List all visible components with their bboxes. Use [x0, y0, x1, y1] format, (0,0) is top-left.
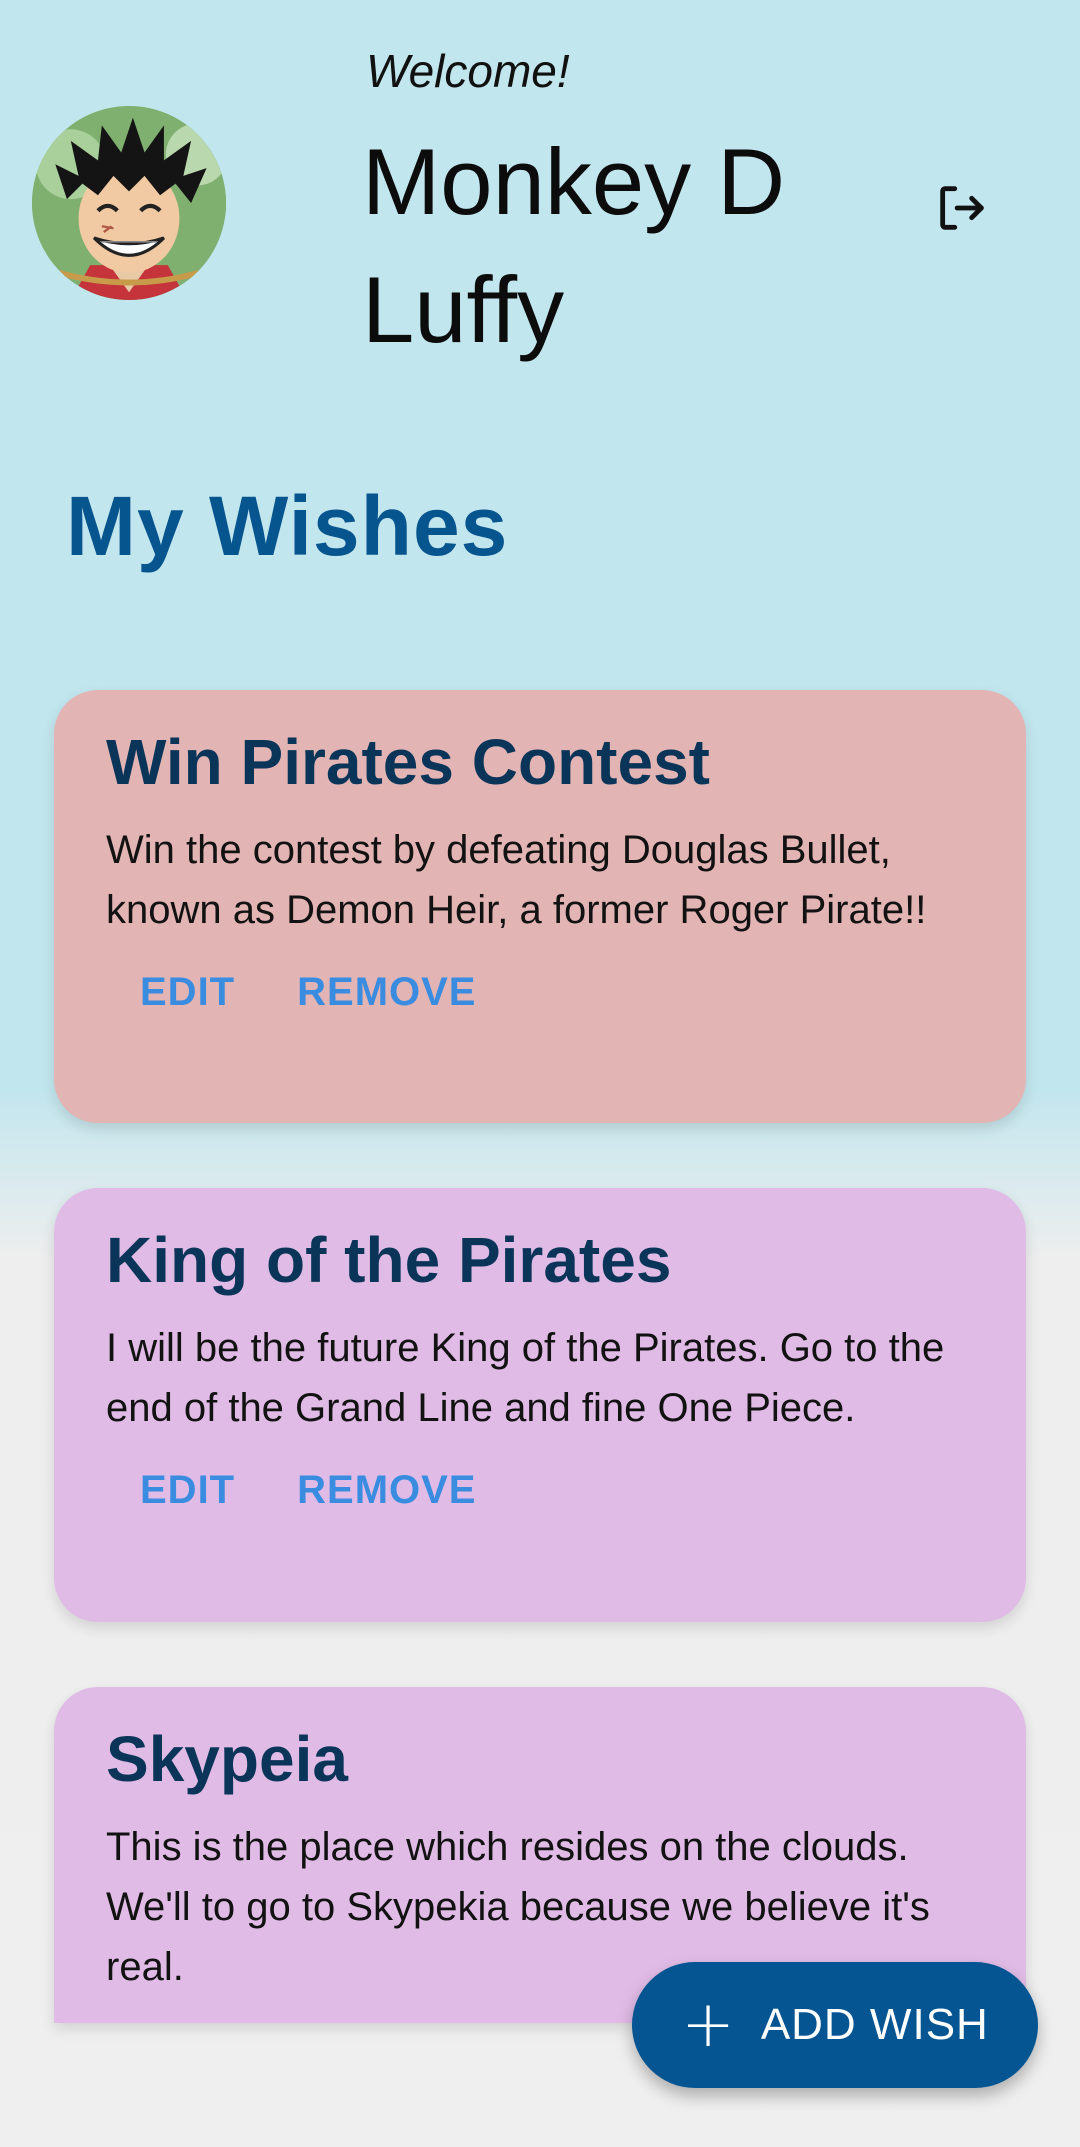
wish-title: King of the Pirates: [106, 1224, 672, 1296]
wish-actions: EDIT REMOVE: [106, 1468, 974, 1513]
wish-actions: EDIT REMOVE: [106, 970, 974, 1015]
avatar[interactable]: [32, 106, 226, 300]
wish-card[interactable]: King of the Pirates I will be the future…: [54, 1188, 1026, 1622]
wish-title: Skypeia: [106, 1723, 348, 1795]
profile-header: Welcome! Monkey D Luffy: [0, 0, 1080, 380]
add-wish-label: ADD WISH: [760, 2000, 989, 2049]
wish-description: I will be the future King of the Pirates…: [106, 1326, 945, 1430]
user-name: Monkey D Luffy: [362, 129, 786, 362]
edit-button[interactable]: EDIT: [140, 1468, 235, 1513]
plus-icon: +: [681, 1988, 735, 2062]
logout-button[interactable]: [924, 170, 1000, 246]
wish-description: Win the contest by defeating Douglas Bul…: [106, 828, 927, 932]
remove-button[interactable]: REMOVE: [297, 970, 476, 1015]
add-wish-button[interactable]: + ADD WISH: [632, 1962, 1038, 2088]
page-title: My Wishes: [66, 479, 509, 573]
edit-button[interactable]: EDIT: [140, 970, 235, 1015]
avatar-luffy-icon: [32, 106, 226, 300]
wish-title: Win Pirates Contest: [106, 726, 710, 798]
welcome-text: Welcome!: [366, 45, 570, 97]
logout-icon: [940, 186, 984, 230]
remove-button[interactable]: REMOVE: [297, 1468, 476, 1513]
wish-card[interactable]: Win Pirates Contest Win the contest by d…: [54, 690, 1026, 1123]
